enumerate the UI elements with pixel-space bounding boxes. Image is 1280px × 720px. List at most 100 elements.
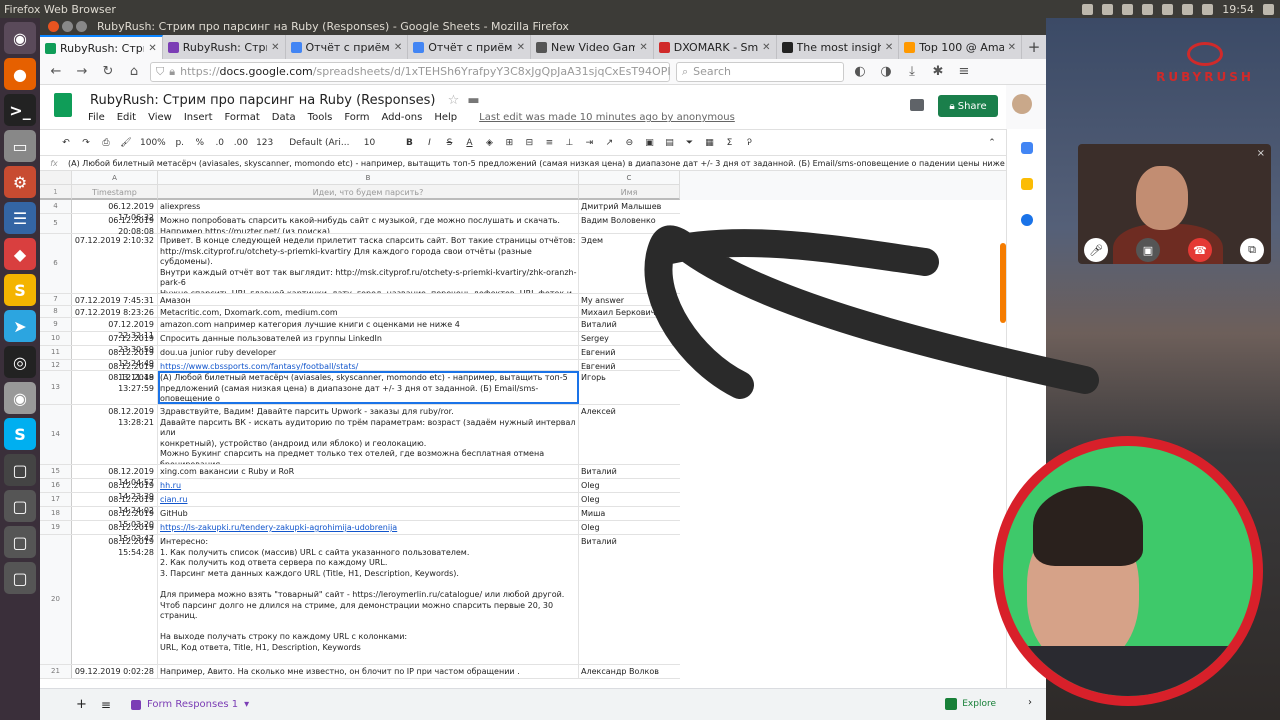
cell-name[interactable]: Виталий — [579, 535, 680, 664]
skype-icon[interactable]: S — [4, 418, 36, 450]
row-number[interactable]: 10 — [40, 332, 72, 345]
calendar-icon[interactable] — [1020, 142, 1033, 154]
avatar[interactable] — [1012, 94, 1032, 114]
cell-idea[interactable]: Metacritic.com, Dxomark.com, medium.com — [158, 306, 579, 317]
document-title[interactable]: RubyRush: Стрим про парсинг на Ruby (Res… — [90, 93, 435, 108]
row-number[interactable]: 15 — [40, 465, 72, 478]
tab-close-icon[interactable]: ✕ — [762, 42, 770, 53]
lock-icon[interactable]: 🔒︎ — [169, 65, 175, 79]
cell-name[interactable]: Виталий — [579, 318, 680, 331]
drive-icon-3[interactable]: ▢ — [4, 526, 36, 558]
tab-close-icon[interactable]: ✕ — [1008, 42, 1016, 53]
menu-item[interactable]: Data — [272, 112, 296, 123]
maximize-window-icon[interactable] — [76, 21, 87, 32]
keep-icon[interactable] — [1020, 178, 1033, 190]
borders-icon[interactable]: ⊞ — [503, 138, 515, 148]
cell-idea[interactable]: (А) Любой билетный метасёрч (aviasales, … — [158, 371, 579, 404]
telegram-icon[interactable] — [1122, 3, 1134, 15]
back-icon[interactable]: ← — [46, 62, 66, 82]
star-icon[interactable]: ☆ — [448, 93, 460, 108]
column-letter-a[interactable]: A — [72, 171, 158, 185]
increase-decimal-button[interactable]: .00 — [234, 138, 248, 148]
cell-timestamp[interactable]: 08.12.2019 14:04:57 — [72, 465, 158, 487]
row-number[interactable]: 18 — [40, 507, 72, 520]
column-letter-b[interactable]: B — [158, 171, 579, 185]
home-icon[interactable]: ⌂ — [124, 62, 144, 82]
url-bar[interactable]: ⛉ 🔒︎ https://docs.google.com/spreadsheet… — [150, 61, 701, 82]
drive-icon-4[interactable]: ▢ — [4, 562, 36, 594]
browser-tab[interactable]: RubyRush: Стрим ✕ — [40, 35, 163, 59]
cell-idea[interactable]: amazon.com например категория лучшие кни… — [158, 318, 579, 331]
cell-idea[interactable]: https://ls-zakupki.ru/tendery-zakupki-ag… — [158, 521, 579, 534]
cell-timestamp[interactable]: 07.12.2019 8:23:26 — [72, 306, 158, 317]
extension-icon-2[interactable]: ◑ — [876, 62, 896, 82]
tab-close-icon[interactable]: ✕ — [885, 42, 893, 53]
redo-icon[interactable]: ↷ — [80, 138, 92, 148]
browser-tab[interactable]: Отчёт с приёмки ✕ — [408, 35, 531, 59]
cell-timestamp[interactable]: 08.12.2019 13:11:48 — [72, 360, 158, 382]
link-icon[interactable]: ⊖ — [623, 138, 635, 148]
menu-item[interactable]: Edit — [117, 112, 136, 123]
cell-timestamp[interactable]: 08.12.2019 14:23:39 — [72, 479, 158, 501]
menu-item[interactable]: Tools — [308, 112, 333, 123]
header-ideas[interactable]: Идеи, что будем парсить? — [158, 185, 579, 200]
cell-name[interactable]: My answer — [579, 294, 680, 305]
power-icon[interactable] — [1263, 3, 1274, 15]
row-number[interactable]: 13 — [40, 371, 72, 404]
clock[interactable]: 19:54 — [1222, 3, 1254, 16]
formula-bar[interactable]: fx (А) Любой билетный метасёрч (aviasale… — [40, 155, 1006, 171]
download-icon[interactable]: ⤓ — [902, 62, 922, 82]
font-select[interactable]: Default (Ari... — [289, 138, 349, 148]
cell-name[interactable]: Алексей — [579, 405, 680, 464]
cell-name[interactable]: Виталий — [579, 465, 680, 478]
cell-timestamp[interactable]: 08.12.2019 15:03:20 — [72, 507, 158, 529]
formula-content[interactable]: (А) Любой билетный метасёрч (aviasales, … — [68, 159, 1005, 168]
microphone-icon[interactable]: 🎤︎ — [1084, 238, 1108, 262]
share-button[interactable]: 🔒︎ Share — [938, 95, 998, 117]
tab-close-icon[interactable]: ✕ — [639, 42, 647, 53]
dropbox-icon[interactable] — [1082, 3, 1094, 15]
zoom-select[interactable]: 100% — [140, 138, 166, 148]
cell-timestamp[interactable]: 07.12.2019 2:10:32 — [72, 234, 158, 293]
comment-insert-icon[interactable]: ▣ — [643, 138, 655, 148]
bold-icon[interactable]: B — [403, 138, 415, 148]
cell-name[interactable]: Oleg — [579, 493, 680, 506]
row-number[interactable]: 11 — [40, 346, 72, 359]
all-sheets-icon[interactable]: ≡ — [101, 698, 111, 712]
settings-icon[interactable]: ⚙ — [4, 166, 36, 198]
menu-item[interactable]: Form — [344, 112, 369, 123]
folder-icon[interactable]: ▬ — [467, 93, 479, 108]
cell-idea[interactable]: https://www.cbssports.com/fantasy/footba… — [158, 360, 579, 370]
cell-idea[interactable]: GitHub — [158, 507, 579, 520]
cell-timestamp[interactable]: 07.12.2019 7:45:31 — [72, 294, 158, 305]
cell-idea[interactable]: hh.ru — [158, 479, 579, 492]
row-number[interactable]: 17 — [40, 493, 72, 506]
camera-off-icon[interactable]: ▣ — [1136, 238, 1160, 262]
cell-timestamp[interactable]: 08.12.2019 15:03:47 — [72, 521, 158, 543]
cell-name[interactable]: Дмитрий Малышев — [579, 200, 680, 213]
files-icon[interactable]: ▭ — [4, 130, 36, 162]
paint-format-icon[interactable]: 🖌︎ — [120, 138, 132, 148]
cell-name[interactable]: Вадим Воловенко — [579, 214, 680, 233]
row-number[interactable]: 5 — [40, 214, 72, 233]
hang-up-icon[interactable]: ☎ — [1188, 238, 1212, 262]
cell-idea[interactable]: Например, Авито. На сколько мне известно… — [158, 665, 579, 678]
row-number[interactable]: 16 — [40, 479, 72, 492]
tab-close-icon[interactable]: ✕ — [271, 42, 279, 53]
obs-icon[interactable]: ◎ — [4, 346, 36, 378]
cell-timestamp[interactable]: 09.12.2019 0:02:28 — [72, 665, 158, 678]
currency-format-button[interactable]: р. — [174, 138, 186, 148]
column-letter-c[interactable]: C — [579, 171, 680, 185]
cell-idea[interactable]: dou.ua junior ruby developer — [158, 346, 579, 359]
comments-icon[interactable] — [910, 99, 924, 111]
ruby-icon[interactable]: ◆ — [4, 238, 36, 270]
chart-icon[interactable]: ▤ — [663, 138, 675, 148]
menu-item[interactable]: File — [88, 112, 105, 123]
tab-close-icon[interactable]: ✕ — [148, 43, 156, 54]
undo-icon[interactable]: ↶ — [60, 138, 72, 148]
spreadsheet-grid[interactable]: A B C 1 Timestamp Идеи, что будем парсит… — [40, 171, 1006, 688]
cell-timestamp[interactable]: 07.12.2019 23:30:59 — [72, 332, 158, 354]
row-number[interactable]: 12 — [40, 360, 72, 370]
cell-name[interactable]: Oleg — [579, 521, 680, 534]
merge-cells-icon[interactable]: ⊟ — [523, 138, 535, 148]
